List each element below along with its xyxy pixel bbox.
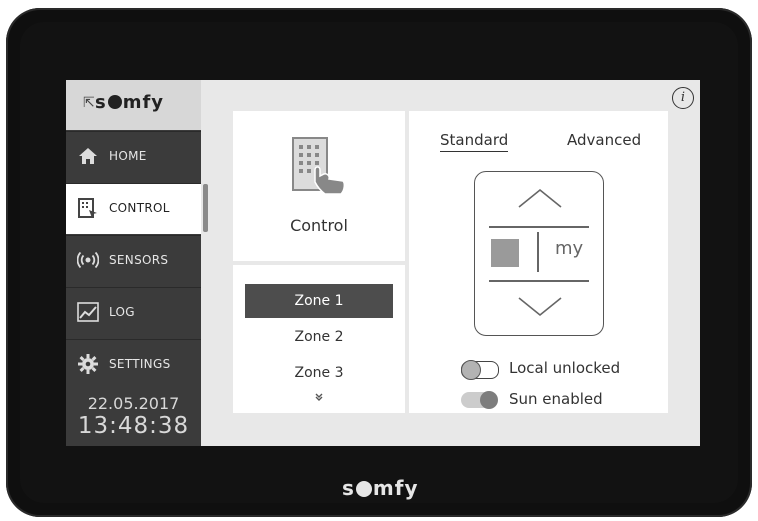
sidebar-item-label: LOG	[109, 305, 135, 319]
sun-toggle[interactable]	[461, 391, 498, 409]
sidebar: ⇱ s mfy HOME CONTROL SENSORS LOG SETTING…	[66, 80, 201, 446]
clock-time: 13:48:38	[77, 413, 190, 439]
control-keypad-icon	[292, 137, 346, 195]
sidebar-item-control[interactable]: CONTROL	[66, 183, 201, 234]
control-panel: Control	[233, 111, 405, 261]
zones-more-button[interactable]	[233, 392, 405, 405]
sidebar-item-label: CONTROL	[109, 201, 170, 215]
my-button[interactable]: my	[555, 238, 583, 259]
sensors-icon	[76, 249, 100, 271]
divider	[537, 232, 539, 272]
logo-dot	[107, 95, 122, 109]
home-icon	[77, 145, 99, 167]
remote-control: my	[474, 171, 604, 336]
local-lock-toggle[interactable]	[461, 359, 499, 380]
logo-dot	[355, 481, 372, 497]
sidebar-item-log[interactable]: LOG	[66, 287, 201, 338]
somfy-logo: s mfy	[95, 92, 165, 113]
zone-item[interactable]: Zone 1	[245, 284, 393, 318]
sidebar-item-label: SENSORS	[109, 253, 169, 267]
info-button[interactable]: i	[672, 87, 694, 109]
tab-advanced[interactable]: Advanced	[567, 131, 641, 149]
sidebar-item-label: SETTINGS	[109, 357, 171, 371]
down-chevron-button[interactable]	[517, 296, 563, 318]
brand-header: ⇱ s mfy	[66, 80, 201, 130]
local-lock-label: Local unlocked	[509, 359, 621, 377]
toggle-knob	[461, 359, 481, 380]
double-chevron-down-icon	[315, 393, 323, 401]
up-chevron-button[interactable]	[517, 187, 563, 209]
divider	[489, 226, 589, 228]
stop-button[interactable]	[491, 239, 519, 267]
sidebar-item-home[interactable]: HOME	[66, 131, 201, 182]
sidebar-item-settings[interactable]: SETTINGS	[66, 339, 201, 390]
control-icon	[77, 197, 99, 219]
tab-standard[interactable]: Standard	[440, 131, 509, 152]
toggle-knob	[480, 391, 498, 409]
clock: 22.05.2017 13:48:38	[66, 390, 201, 446]
divider	[489, 280, 589, 282]
sun-label: Sun enabled	[509, 390, 603, 408]
remote-panel: Standard Advanced my Local unlocked Sun …	[409, 111, 668, 413]
clock-date: 22.05.2017	[87, 394, 180, 413]
control-title: Control	[290, 216, 348, 235]
screen: ⇱ s mfy HOME CONTROL SENSORS LOG SETTING…	[66, 80, 700, 446]
sidebar-item-sensors[interactable]: SENSORS	[66, 235, 201, 286]
sidebar-item-label: HOME	[109, 149, 147, 163]
zones-panel: Zone 1 Zone 2 Zone 3	[233, 265, 405, 413]
zone-item[interactable]: Zone 3	[245, 356, 393, 390]
bezel-somfy-logo: s mfy	[342, 476, 419, 500]
log-icon	[77, 301, 99, 323]
sidebar-scrollbar[interactable]	[203, 184, 208, 232]
settings-icon	[77, 353, 99, 375]
zone-item[interactable]: Zone 2	[245, 320, 393, 354]
cursor-icon: ⇱	[83, 95, 95, 111]
